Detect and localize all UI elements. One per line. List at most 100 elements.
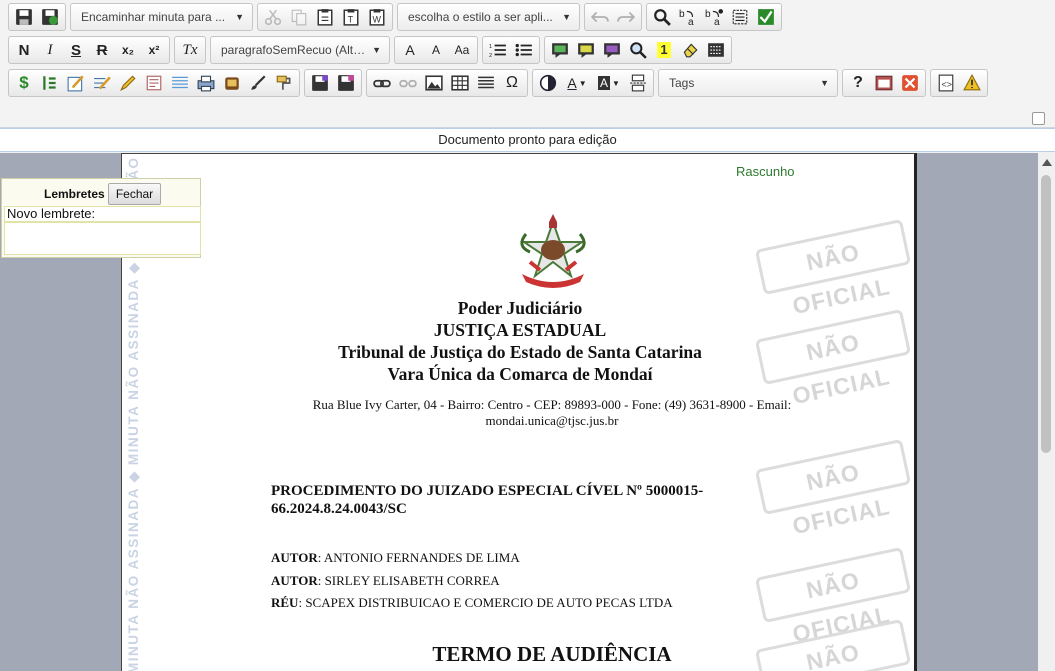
keyboard-icon[interactable] <box>703 38 729 62</box>
unlink-icon[interactable] <box>395 71 421 95</box>
unofficial-stamp: NÃO OFICIAL <box>754 438 912 539</box>
replace-icon[interactable]: ba <box>675 5 701 29</box>
replace-all-icon[interactable]: ba <box>701 5 727 29</box>
undo-icon[interactable] <box>587 5 613 29</box>
editor-toolbar: Encaminhar minuta para ... ▼ T W escolha… <box>0 0 1055 128</box>
zoom-icon[interactable] <box>625 38 651 62</box>
help-button[interactable]: ? <box>845 71 871 95</box>
comment-icon[interactable] <box>547 38 573 62</box>
chevron-down-icon: ▼ <box>562 12 571 22</box>
paste-icon[interactable] <box>312 5 338 29</box>
comment-remove-icon[interactable] <box>599 38 625 62</box>
cut-icon[interactable] <box>260 5 286 29</box>
italic-button[interactable]: I <box>37 38 63 62</box>
format-painter-icon[interactable] <box>271 71 297 95</box>
style-select[interactable]: escolha o estilo a ser apli... ▼ <box>397 3 580 31</box>
chevron-down-icon: ▼ <box>820 78 829 88</box>
reminders-header: Lembretes Fechar <box>2 182 202 205</box>
contrast-icon[interactable] <box>535 71 561 95</box>
search-icon[interactable] <box>649 5 675 29</box>
numbered-list-icon[interactable]: 12 <box>485 38 511 62</box>
highlight-number-button[interactable]: 1 <box>651 38 677 62</box>
edit-form-icon[interactable] <box>63 71 89 95</box>
change-case-button[interactable]: Aa <box>449 38 475 62</box>
toolbar-row-2: N I S R x₂ x² Tx paragrafoSemRecuo (Alt … <box>8 35 736 65</box>
copy-icon[interactable] <box>286 5 312 29</box>
dollar-icon[interactable]: $ <box>11 71 37 95</box>
underline-button[interactable]: S <box>63 38 89 62</box>
bullet-list-icon[interactable] <box>511 38 537 62</box>
bg-color-button[interactable]: A ▼ <box>593 71 625 95</box>
history-group <box>584 3 642 31</box>
paste-word-icon[interactable]: W <box>364 5 390 29</box>
unofficial-stamp: NÃO OFICIAL <box>754 218 912 319</box>
chevron-down-icon: ▼ <box>578 78 587 88</box>
source-icon[interactable]: <> <box>933 71 959 95</box>
vertical-scrollbar[interactable] <box>1038 153 1055 671</box>
pencil-icon[interactable] <box>115 71 141 95</box>
image-icon[interactable] <box>421 71 447 95</box>
font-increase-button[interactable]: A <box>397 38 423 62</box>
header-line-3: Tribunal de Justiça do Estado de Santa C… <box>338 342 702 362</box>
paragraph-style-select[interactable]: paragrafoSemRecuo (Alt ... ▼ <box>210 36 390 64</box>
table-icon[interactable] <box>447 71 473 95</box>
select-all-icon[interactable] <box>727 5 753 29</box>
eraser-icon[interactable] <box>677 38 703 62</box>
chevron-down-icon: ▼ <box>612 78 620 88</box>
comments-group: 1 <box>544 36 732 64</box>
save-template-icon[interactable] <box>307 71 333 95</box>
warning-icon[interactable] <box>959 71 985 95</box>
brush-icon[interactable] <box>245 71 271 95</box>
superscript-button[interactable]: x² <box>141 38 167 62</box>
load-template-icon[interactable] <box>333 71 359 95</box>
toolbar-row-3: $ Ω A ▼ A ▼ Tags ▼ ? <> <box>8 68 992 98</box>
print-icon[interactable] <box>193 71 219 95</box>
comment-add-icon[interactable] <box>573 38 599 62</box>
page-break-icon[interactable] <box>625 71 651 95</box>
font-decrease-button[interactable]: A <box>423 38 449 62</box>
paragraph-style-value: paragrafoSemRecuo (Alt ... <box>221 43 367 57</box>
status-bar: Documento pronto para edição <box>0 128 1055 152</box>
close-reminders-button[interactable]: Fechar <box>108 183 161 205</box>
procedure-number: PROCEDIMENTO DO JUIZADO ESPECIAL CÍVEL N… <box>271 483 704 517</box>
clipboard-group: T W <box>257 3 393 31</box>
party-role: AUTOR <box>271 550 318 565</box>
save-icon[interactable] <box>11 5 37 29</box>
table-lines-icon[interactable] <box>167 71 193 95</box>
svg-text:a: a <box>688 17 694 26</box>
link-icon[interactable] <box>369 71 395 95</box>
reminders-title: Lembretes <box>44 187 105 201</box>
scrollbar-thumb[interactable] <box>1041 175 1051 453</box>
text-color-icon: A <box>567 75 577 91</box>
document-title: TERMO DE AUDIÊNCIA <box>432 642 672 666</box>
document-page[interactable]: MINUTA NÃO ASSINADA ◆ MINUTA NÃO ASSINAD… <box>121 153 917 671</box>
svg-text:1: 1 <box>489 44 492 50</box>
bold-button[interactable]: N <box>11 38 37 62</box>
forward-draft-select[interactable]: Encaminhar minuta para ... ▼ <box>70 3 253 31</box>
redo-icon[interactable] <box>613 5 639 29</box>
horizontal-rule-icon[interactable] <box>473 71 499 95</box>
maximize-icon[interactable] <box>871 71 897 95</box>
new-reminder-input[interactable] <box>4 222 201 255</box>
scroll-up-icon[interactable] <box>1042 159 1052 166</box>
reminders-panel: Lembretes Fechar Novo lembrete: <box>1 178 201 258</box>
spellcheck-icon[interactable] <box>753 5 779 29</box>
paste-text-icon[interactable]: T <box>338 5 364 29</box>
save-group <box>8 3 66 31</box>
edit-lines-icon[interactable] <box>89 71 115 95</box>
stamp-icon[interactable] <box>219 71 245 95</box>
strikethrough-button[interactable]: R <box>89 38 115 62</box>
outline-icon[interactable] <box>37 71 63 95</box>
draft-label: Rascunho <box>736 164 795 179</box>
tags-select[interactable]: Tags ▼ <box>658 69 838 97</box>
close-icon[interactable] <box>897 71 923 95</box>
toolbar-collapse-checkbox[interactable] <box>1032 112 1045 125</box>
form-icon[interactable] <box>141 71 167 95</box>
save-and-close-icon[interactable] <box>37 5 63 29</box>
chevron-down-icon: ▼ <box>372 45 381 55</box>
text-color-button[interactable]: A ▼ <box>561 71 593 95</box>
clear-format-button[interactable]: Tx <box>177 38 203 62</box>
subscript-button[interactable]: x₂ <box>115 38 141 62</box>
special-char-button[interactable]: Ω <box>499 71 525 95</box>
header-line-2: JUSTIÇA ESTADUAL <box>433 320 607 340</box>
